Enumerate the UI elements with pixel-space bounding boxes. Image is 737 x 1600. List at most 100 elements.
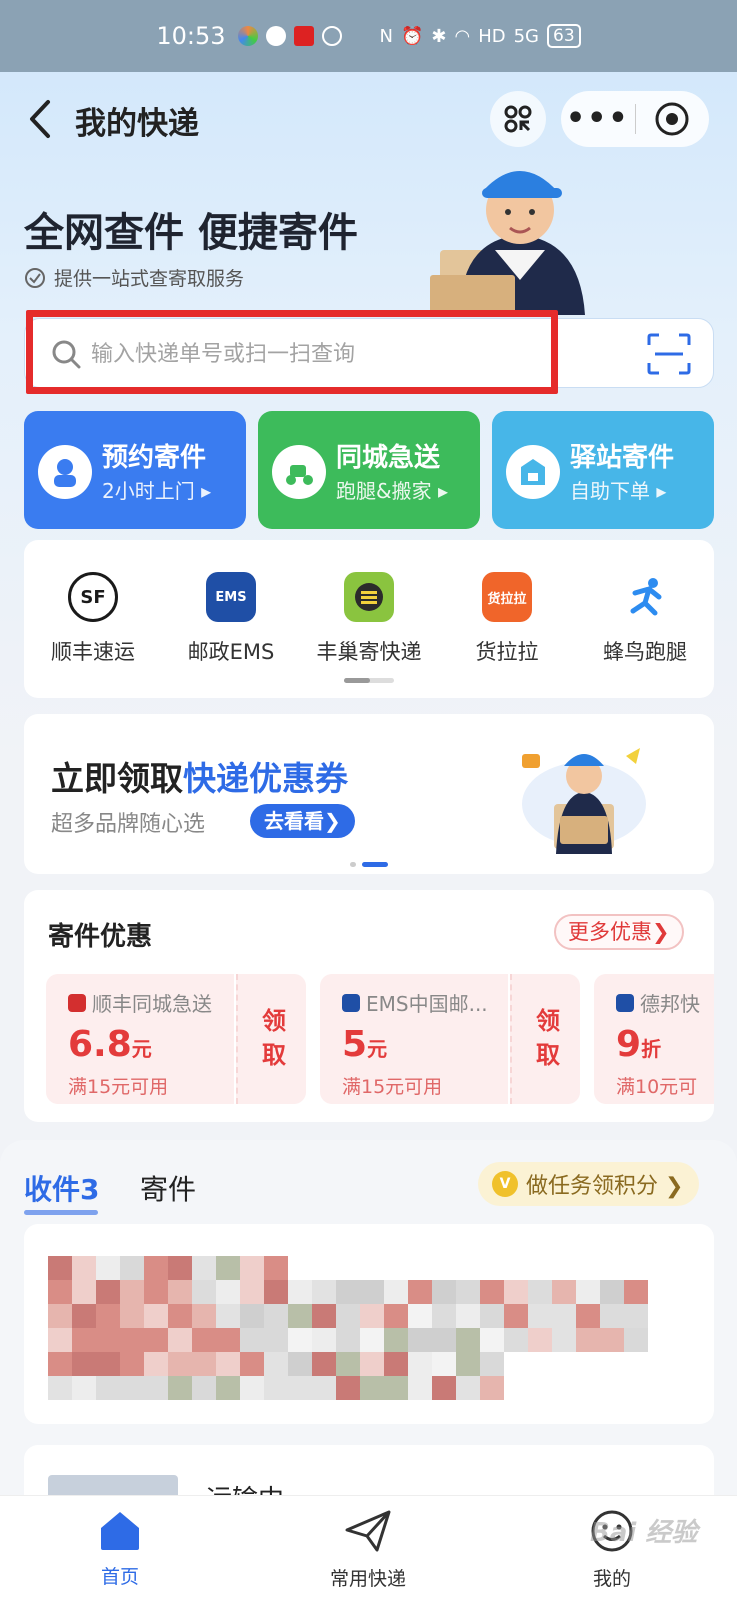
- blur-pixel: [240, 1280, 264, 1304]
- message-icon: [265, 26, 286, 46]
- news-icon: [293, 26, 314, 46]
- blur-pixel: [288, 1304, 312, 1328]
- blur-pixel: [120, 1304, 144, 1328]
- blur-pixel: [384, 1376, 408, 1400]
- book-pickup-card[interactable]: 预约寄件 2小时上门 ▸: [24, 411, 246, 529]
- blur-pixel: [48, 1352, 72, 1376]
- blur-pixel: [120, 1280, 144, 1304]
- same-city-express-card[interactable]: 同城急送 跑腿&搬家 ▸: [258, 411, 480, 529]
- claim-coupon-button[interactable]: 领取: [510, 974, 580, 1104]
- blur-pixel: [216, 1328, 240, 1352]
- blur-pixel: [120, 1352, 144, 1376]
- blur-pixel: [168, 1280, 192, 1304]
- lalamove-logo-icon: 货拉拉: [482, 572, 532, 622]
- coupon-amount: 9折: [616, 1024, 662, 1065]
- signal-icon: 5G: [513, 25, 540, 47]
- banner-lead: 立即领取: [51, 759, 183, 798]
- blur-pixel: [432, 1352, 456, 1376]
- blur-pixel: [216, 1304, 240, 1328]
- blur-pixel: [360, 1280, 384, 1304]
- claim-label: 领取: [262, 1007, 286, 1069]
- check-circle-icon: [25, 267, 45, 288]
- hd-icon: HD: [478, 25, 506, 47]
- banner-go-button[interactable]: 去看看❯: [250, 804, 355, 838]
- blur-pixel: [336, 1352, 360, 1376]
- coupon-card[interactable]: 德邦快 9折 满10元可: [594, 974, 714, 1104]
- close-mini-program-button[interactable]: [636, 101, 710, 137]
- carrier-name: 蜂鸟跑腿: [603, 640, 687, 664]
- blur-pixel: [240, 1352, 264, 1376]
- blur-pixel: [624, 1328, 648, 1352]
- blur-pixel: [552, 1328, 576, 1352]
- carrier-name: 顺丰速运: [51, 640, 135, 664]
- more-offers-button[interactable]: 更多优惠❯: [554, 914, 684, 950]
- blur-pixel: [480, 1352, 504, 1376]
- task-label: 做任务领积分 ❯: [526, 1174, 684, 1199]
- scan-icon: [504, 105, 532, 133]
- blur-pixel: [48, 1304, 72, 1328]
- offers-title: 寄件优惠: [48, 922, 153, 952]
- carrier-hive-box[interactable]: 丰巢寄快递: [300, 572, 438, 666]
- blur-pixel: [456, 1352, 480, 1376]
- courier-illustration: [430, 171, 585, 315]
- blur-pixel: [96, 1352, 120, 1376]
- tracking-number-input[interactable]: [91, 333, 561, 375]
- coupon-banner[interactable]: 立即领取快递优惠券 超多品牌随心选 去看看❯: [24, 714, 714, 874]
- blur-pixel: [336, 1328, 360, 1352]
- nav-label: 我的: [592, 1568, 631, 1590]
- blur-pixel: [384, 1328, 408, 1352]
- back-button[interactable]: [22, 96, 62, 142]
- blur-pixel: [312, 1328, 336, 1352]
- blur-pixel: [72, 1376, 96, 1400]
- carrier-ems[interactable]: EMS 邮政EMS: [162, 572, 300, 666]
- hero-subtitle-text: 提供一站式查寄取服务: [54, 268, 245, 290]
- blur-pixel: [48, 1328, 72, 1352]
- blur-pixel: [48, 1256, 72, 1280]
- blur-pixel: [144, 1256, 168, 1280]
- nav-common-express[interactable]: 常用快递: [298, 1508, 438, 1591]
- station-send-card[interactable]: 驿站寄件 自助下单 ▸: [492, 411, 714, 529]
- coupon-body: 顺丰同城急送 6.8元 满15元可用: [46, 974, 234, 1104]
- carrier-sf[interactable]: SF 顺丰速运: [24, 572, 162, 666]
- blur-pixel: [384, 1352, 408, 1376]
- more-options-button[interactable]: •••: [561, 104, 635, 134]
- package-card-blurred[interactable]: [24, 1224, 714, 1424]
- blur-pixel: [144, 1280, 168, 1304]
- nav-label: 常用快递: [329, 1568, 406, 1590]
- blur-pixel: [312, 1376, 336, 1400]
- blur-pixel: [312, 1280, 336, 1304]
- blur-pixel: [168, 1304, 192, 1328]
- blur-pixel: [336, 1280, 360, 1304]
- blur-pixel: [264, 1280, 288, 1304]
- scan-code-button[interactable]: [490, 91, 546, 147]
- tab-indicator: [24, 1210, 98, 1215]
- blur-pixel: [360, 1304, 384, 1328]
- hive-box-logo-icon: [344, 572, 394, 622]
- claim-coupon-button[interactable]: 领取: [236, 974, 306, 1104]
- hero-subtitle: 提供一站式查寄取服务: [24, 264, 244, 291]
- blur-pixel: [192, 1304, 216, 1328]
- task-points-button[interactable]: V 做任务领积分 ❯: [478, 1162, 700, 1206]
- blur-pixel: [144, 1328, 168, 1352]
- status-bar: 10:53 N ⏰ ✱ ◠ HD 5G 63: [0, 0, 737, 72]
- blur-pixel: [360, 1376, 384, 1400]
- coupon-card[interactable]: EMS中国邮... 5元 满15元可用 领取: [320, 974, 580, 1104]
- search-bar[interactable]: [24, 318, 714, 388]
- battery-icon: 63: [547, 24, 581, 48]
- search-icon: [52, 340, 81, 369]
- tab-send[interactable]: 寄件: [140, 1168, 196, 1208]
- blur-pixel: [240, 1328, 264, 1352]
- banner-pager: [350, 862, 388, 867]
- blur-pixel: [168, 1352, 192, 1376]
- home-icon: [101, 1512, 139, 1550]
- nav-home[interactable]: 首页: [50, 1508, 190, 1589]
- coupon-card[interactable]: 顺丰同城急送 6.8元 满15元可用 领取: [46, 974, 306, 1104]
- blur-pixel: [288, 1352, 312, 1376]
- blur-pixel: [600, 1304, 624, 1328]
- blur-pixel: [120, 1376, 144, 1400]
- carrier-fengniao[interactable]: 蜂鸟跑腿: [576, 572, 714, 666]
- carrier-list: SF 顺丰速运 EMS 邮政EMS 丰巢寄快递 货拉拉 货拉拉 蜂鸟跑腿: [24, 540, 714, 698]
- tab-receive[interactable]: 收件3: [24, 1168, 99, 1208]
- carrier-lalamove[interactable]: 货拉拉 货拉拉: [438, 572, 576, 666]
- scan-qr-icon: [647, 333, 691, 375]
